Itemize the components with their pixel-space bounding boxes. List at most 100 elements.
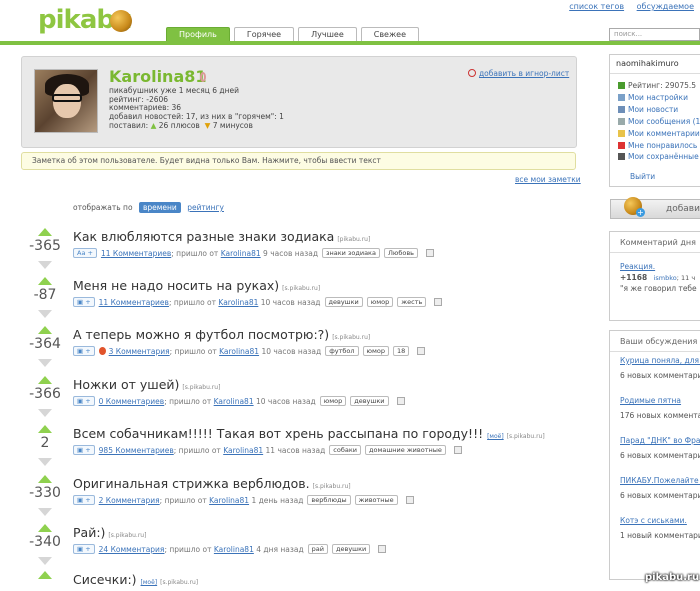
user-menu-item[interactable]: Мои комментарии bbox=[618, 128, 700, 140]
save-icon[interactable] bbox=[378, 545, 387, 553]
post-title-text[interactable]: Меня не надо носить на руках) bbox=[73, 278, 279, 293]
user-menu-item[interactable]: Мои сообщения (1 bbox=[618, 116, 700, 128]
tag-button[interactable]: юмор bbox=[362, 346, 390, 356]
comment-of-day-user[interactable]: ismbko bbox=[654, 274, 677, 282]
vote-down-icon[interactable] bbox=[38, 261, 52, 269]
discussion-link[interactable]: ПИКАБУ.Пожелайте н bbox=[610, 476, 700, 485]
sort-by-time-button[interactable]: времени bbox=[138, 202, 181, 213]
user-note-field[interactable]: Заметка об этом пользователе. Будет видн… bbox=[21, 152, 576, 170]
comments-link[interactable]: 11 Комментариев bbox=[99, 298, 169, 307]
save-icon[interactable] bbox=[434, 298, 443, 306]
author-link[interactable]: Karolina81 bbox=[214, 397, 254, 406]
share-button[interactable]: ▣ + bbox=[73, 297, 95, 307]
share-button[interactable]: ▣ + bbox=[73, 396, 95, 406]
search-input[interactable]: поиск... bbox=[609, 28, 700, 41]
author-link[interactable]: Karolina81 bbox=[214, 545, 254, 554]
mine-label[interactable]: [моё] bbox=[141, 579, 158, 586]
post-title-text[interactable]: Ножки от ушей) bbox=[73, 377, 179, 392]
tab-fresh[interactable]: Свежее bbox=[360, 27, 420, 42]
post-title-text[interactable]: Рай:) bbox=[73, 525, 105, 540]
tag-button[interactable]: футбол bbox=[325, 346, 359, 356]
vote-down-icon[interactable] bbox=[38, 508, 52, 516]
tag-button[interactable]: Любовь bbox=[383, 248, 418, 258]
post-title-text[interactable]: Всем собачникам!!!!! Такая вот хрень рас… bbox=[73, 426, 483, 441]
vote-up-icon[interactable] bbox=[38, 228, 52, 236]
add-post-button[interactable]: добави bbox=[610, 199, 700, 219]
share-button[interactable]: ▣ + bbox=[73, 544, 95, 554]
post-title[interactable]: Меня не надо носить на руках) [s.pikabu.r… bbox=[73, 278, 320, 293]
vote-down-icon[interactable] bbox=[38, 359, 52, 367]
post-title-text[interactable]: А теперь можно я футбол посмотрю:?) bbox=[73, 327, 329, 342]
post-title[interactable]: Ножки от ушей) [s.pikabu.ru] bbox=[73, 377, 220, 392]
tag-button[interactable]: знаки зодиака bbox=[322, 248, 380, 258]
author-link[interactable]: Karolina81 bbox=[218, 298, 258, 307]
discussion-link[interactable]: Парад "ДНК" во Фран bbox=[610, 436, 700, 445]
vote-up-icon[interactable] bbox=[38, 571, 52, 579]
save-icon[interactable] bbox=[396, 397, 405, 405]
post-title[interactable]: Как влюбляются разные знаки зодиака [pika… bbox=[73, 229, 370, 244]
user-menu-item[interactable]: Мне понравилось bbox=[618, 140, 700, 152]
post-title[interactable]: Всем собачникам!!!!! Такая вот хрень рас… bbox=[73, 426, 545, 441]
tag-button[interactable]: жесть bbox=[397, 297, 427, 307]
tag-button[interactable]: рай bbox=[307, 544, 328, 554]
post-title[interactable]: Сисечки:) [моё] [s.pikabu.ru] bbox=[73, 572, 198, 587]
comments-link[interactable]: 0 Комментариев bbox=[99, 397, 165, 406]
tag-button[interactable]: 18 bbox=[393, 346, 410, 356]
discussion-link[interactable]: Родимые пятна bbox=[610, 396, 700, 405]
ignore-link[interactable]: добавить в игнор-лист bbox=[468, 69, 569, 78]
user-menu-item[interactable]: Мои сохранённые bbox=[618, 151, 700, 163]
post-title-text[interactable]: Оригинальная стрижка верблюдов. bbox=[73, 476, 310, 491]
tag-button[interactable]: животные bbox=[354, 495, 398, 505]
comments-link[interactable]: 11 Комментариев bbox=[101, 249, 171, 258]
vote-up-icon[interactable] bbox=[38, 524, 52, 532]
comments-link[interactable]: 985 Комментариев bbox=[99, 446, 174, 455]
user-menu-item[interactable]: Мои настройки bbox=[618, 92, 700, 104]
vote-up-icon[interactable] bbox=[38, 376, 52, 384]
author-link[interactable]: Karolina81 bbox=[209, 496, 249, 505]
vote-down-icon[interactable] bbox=[38, 409, 52, 417]
vote-up-icon[interactable] bbox=[38, 326, 52, 334]
tab-profile[interactable]: Профиль bbox=[166, 27, 230, 42]
all-notes-link[interactable]: все мои заметки bbox=[515, 175, 581, 184]
sort-by-rating-link[interactable]: рейтингу bbox=[187, 203, 224, 212]
share-button[interactable]: ▣ + bbox=[73, 495, 95, 505]
author-link[interactable]: Karolina81 bbox=[219, 347, 259, 356]
post-title[interactable]: Оригинальная стрижка верблюдов. [s.pikabu… bbox=[73, 476, 351, 491]
tag-button[interactable]: девушки bbox=[324, 297, 363, 307]
author-link[interactable]: Karolina81 bbox=[221, 249, 261, 258]
tag-button[interactable]: домашние животные bbox=[364, 445, 446, 455]
mine-label[interactable]: [моё] bbox=[487, 433, 504, 440]
save-icon[interactable] bbox=[425, 249, 434, 257]
top-link-discussed[interactable]: обсуждаемое bbox=[637, 2, 694, 11]
discussion-link[interactable]: Котэ с сиськами. bbox=[610, 516, 700, 525]
tag-button[interactable]: юмор bbox=[366, 297, 394, 307]
author-link[interactable]: Karolina81 bbox=[223, 446, 263, 455]
post-title[interactable]: А теперь можно я футбол посмотрю:?) [s.pi… bbox=[73, 327, 370, 342]
avatar[interactable] bbox=[34, 69, 98, 133]
tab-hot[interactable]: Горячее bbox=[233, 27, 295, 42]
comments-link[interactable]: 2 Комментария bbox=[99, 496, 160, 505]
tag-button[interactable]: собаки bbox=[329, 445, 361, 455]
user-menu-item[interactable]: Мои новости bbox=[618, 104, 700, 116]
vote-up-icon[interactable] bbox=[38, 425, 52, 433]
comment-of-day-link[interactable]: Реакция. bbox=[610, 262, 700, 271]
share-button[interactable]: ▣ + bbox=[73, 346, 95, 356]
comments-link[interactable]: 24 Комментария bbox=[99, 545, 165, 554]
user-menu-item[interactable]: Рейтинг: 29075.5 bbox=[618, 80, 700, 92]
vote-up-icon[interactable] bbox=[38, 277, 52, 285]
tag-button[interactable]: девушки bbox=[332, 544, 371, 554]
share-button[interactable]: Aa + bbox=[73, 248, 97, 258]
tag-button[interactable]: девушки bbox=[350, 396, 389, 406]
tag-button[interactable]: верблюды bbox=[307, 495, 351, 505]
vote-down-icon[interactable] bbox=[38, 557, 52, 565]
post-title-text[interactable]: Как влюбляются разные знаки зодиака bbox=[73, 229, 334, 244]
save-icon[interactable] bbox=[453, 446, 462, 454]
sidebar-username[interactable]: naomihakimuro bbox=[610, 55, 700, 68]
save-icon[interactable] bbox=[405, 496, 414, 504]
share-button[interactable]: ▣ + bbox=[73, 445, 95, 455]
top-link-tags[interactable]: список тегов bbox=[569, 2, 624, 11]
post-title[interactable]: Рай:) [s.pikabu.ru] bbox=[73, 525, 146, 540]
vote-down-icon[interactable] bbox=[38, 310, 52, 318]
tag-button[interactable]: юмор bbox=[319, 396, 347, 406]
logout-link[interactable]: Выйти bbox=[630, 172, 655, 181]
